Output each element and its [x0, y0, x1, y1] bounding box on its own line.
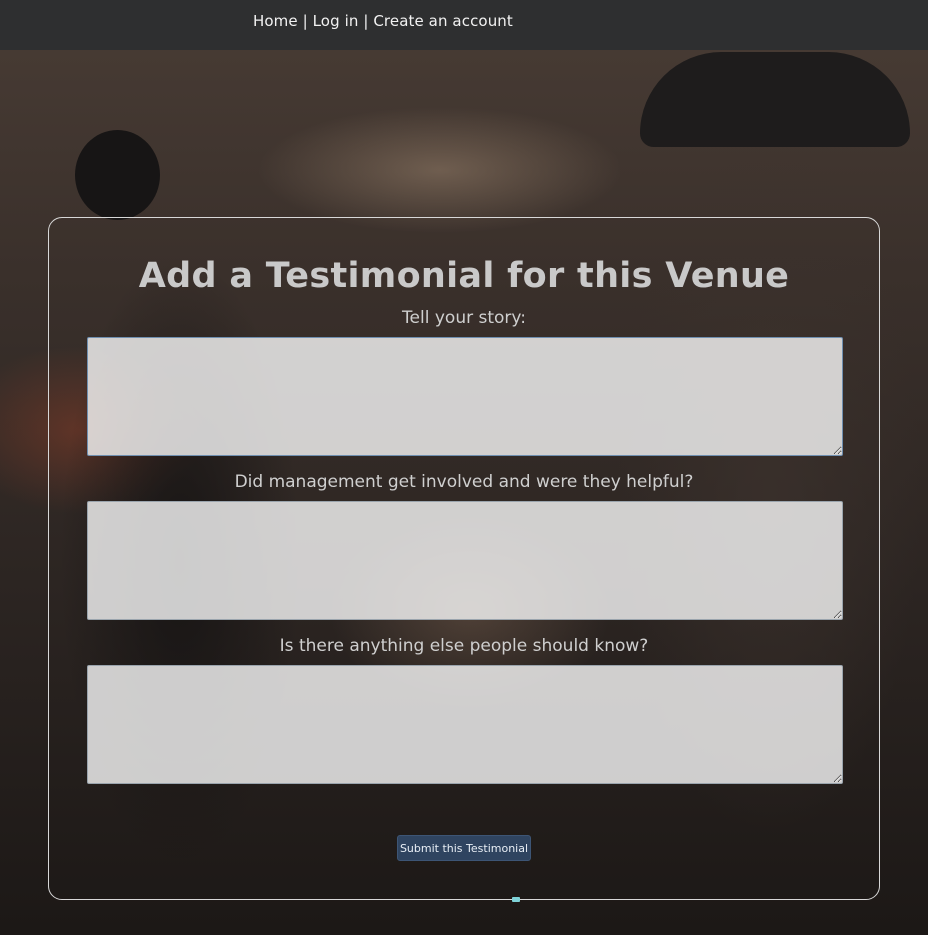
nav-create-account-link[interactable]: Create an account: [373, 12, 513, 30]
nav-separator: |: [363, 12, 369, 30]
story-textarea[interactable]: [87, 337, 843, 456]
story-label: Tell your story:: [402, 308, 526, 328]
other-info-textarea[interactable]: [87, 665, 843, 784]
testimonial-form: Add a Testimonial for this Venue Tell yo…: [48, 217, 880, 900]
submit-testimonial-button[interactable]: Submit this Testimonial: [397, 835, 531, 861]
management-textarea[interactable]: [87, 501, 843, 620]
other-info-label: Is there anything else people should kno…: [279, 636, 649, 656]
nav-login-link[interactable]: Log in: [313, 12, 359, 30]
nav-home-link[interactable]: Home: [253, 12, 298, 30]
background-cap: [640, 52, 910, 147]
top-navbar: Home | Log in | Create an account: [0, 0, 928, 50]
management-label: Did management get involved and were the…: [234, 472, 694, 492]
background-hair-bun: [75, 130, 160, 220]
form-title: Add a Testimonial for this Venue: [138, 256, 790, 296]
resize-marker: [512, 897, 520, 902]
nav-separator: |: [302, 12, 308, 30]
